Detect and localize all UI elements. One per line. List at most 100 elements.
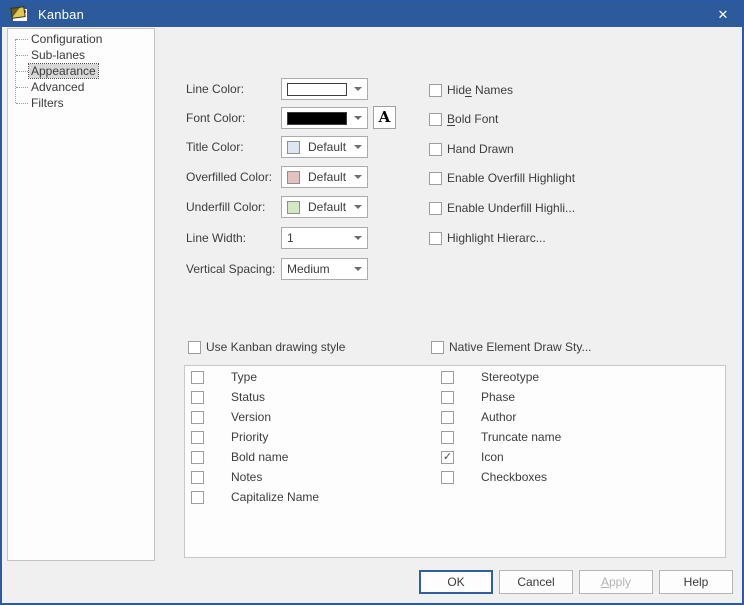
checkbox-box[interactable] — [429, 172, 442, 185]
line-width-value: 1 — [287, 231, 294, 245]
sidebar-item-configuration[interactable]: Configuration — [16, 31, 104, 47]
checkbox-box[interactable] — [429, 113, 442, 126]
hide-names-checkbox[interactable]: Hide Names — [429, 83, 513, 97]
author-checkbox[interactable]: Author — [441, 410, 516, 424]
line-width-dropdown[interactable]: 1 — [281, 227, 368, 249]
hand-drawn-checkbox[interactable]: Hand Drawn — [429, 142, 514, 156]
icon-checkbox[interactable]: ✓ Icon — [441, 450, 504, 464]
kanban-icon — [12, 8, 28, 22]
sidebar-item-filters[interactable]: Filters — [16, 95, 66, 111]
font-color-label: Font Color: — [186, 107, 245, 129]
sidebar-item-label: Advanced — [29, 80, 86, 94]
checkbox-box[interactable] — [441, 411, 454, 424]
bold-name-checkbox[interactable]: Bold name — [191, 450, 288, 464]
dropdown-arrow-icon — [354, 236, 362, 240]
version-label: Version — [231, 410, 271, 424]
font-color-dropdown[interactable] — [281, 107, 368, 129]
notes-checkbox[interactable]: Notes — [191, 470, 262, 484]
checkbox-box[interactable] — [431, 341, 444, 354]
checkboxes-checkbox[interactable]: Checkboxes — [441, 470, 547, 484]
sidebar-item-label: Configuration — [29, 32, 104, 46]
line-width-label: Line Width: — [186, 227, 246, 249]
title-color-label: Title Color: — [186, 136, 244, 158]
dropdown-arrow-icon — [354, 145, 362, 149]
status-checkbox[interactable]: Status — [191, 390, 265, 404]
use-kanban-drawing-style-label: Use Kanban drawing style — [206, 340, 345, 354]
native-element-draw-style-checkbox[interactable]: Native Element Draw Sty... — [431, 340, 592, 354]
overfilled-color-value: Default — [308, 170, 346, 184]
title-color-dropdown[interactable]: Default — [281, 136, 368, 158]
title-bar: Kanban ✕ — [2, 2, 742, 27]
checkbox-box[interactable] — [191, 491, 204, 504]
bold-font-label: Bold Font — [447, 112, 498, 126]
tree-branch-icon — [16, 71, 28, 72]
phase-checkbox[interactable]: Phase — [441, 390, 515, 404]
vertical-spacing-dropdown[interactable]: Medium — [281, 258, 368, 280]
dropdown-arrow-icon — [354, 267, 362, 271]
highlight-hierarchy-checkbox[interactable]: Highlight Hierarc... — [429, 231, 546, 245]
notes-label: Notes — [231, 470, 262, 484]
dropdown-arrow-icon — [354, 116, 362, 120]
kanban-dialog: Kanban ✕ Configuration Sub-lanes Appeara… — [0, 0, 744, 605]
enable-overfill-highlight-label: Enable Overfill Highlight — [447, 171, 575, 185]
checkbox-box[interactable] — [441, 431, 454, 444]
enable-underfill-highlight-label: Enable Underfill Highli... — [447, 201, 575, 215]
line-color-dropdown[interactable] — [281, 78, 368, 100]
checkbox-box[interactable] — [191, 371, 204, 384]
checkboxes-label: Checkboxes — [481, 470, 547, 484]
stereotype-checkbox[interactable]: Stereotype — [441, 370, 539, 384]
font-picker-button[interactable]: A — [373, 106, 396, 129]
line-color-swatch — [287, 83, 347, 96]
checkbox-box-checked[interactable]: ✓ — [441, 451, 454, 464]
dropdown-arrow-icon — [354, 175, 362, 179]
enable-underfill-highlight-checkbox[interactable]: Enable Underfill Highli... — [429, 201, 575, 215]
cancel-button[interactable]: Cancel — [499, 570, 573, 594]
underfill-color-value: Default — [308, 200, 346, 214]
checkbox-box[interactable] — [429, 84, 442, 97]
underfill-color-label: Underfill Color: — [186, 196, 265, 218]
type-label: Type — [231, 370, 257, 384]
sidebar-item-appearance[interactable]: Appearance — [16, 63, 98, 79]
priority-checkbox[interactable]: Priority — [191, 430, 268, 444]
checkbox-box[interactable] — [191, 431, 204, 444]
type-checkbox[interactable]: Type — [191, 370, 257, 384]
sidebar-item-advanced[interactable]: Advanced — [16, 79, 86, 95]
capitalize-name-checkbox[interactable]: Capitalize Name — [191, 490, 319, 504]
tree-branch-icon — [16, 103, 28, 104]
ok-button[interactable]: OK — [419, 570, 493, 594]
apply-button[interactable]: Apply — [579, 570, 653, 594]
checkbox-box[interactable] — [429, 202, 442, 215]
checkbox-box[interactable] — [441, 471, 454, 484]
overfilled-color-dropdown[interactable]: Default — [281, 166, 368, 188]
dropdown-arrow-icon — [354, 205, 362, 209]
close-button[interactable]: ✕ — [712, 7, 734, 23]
checkbox-box[interactable] — [188, 341, 201, 354]
sidebar-item-label-selected: Appearance — [29, 64, 98, 78]
checkbox-box[interactable] — [191, 391, 204, 404]
checkbox-box[interactable] — [441, 391, 454, 404]
checkbox-box[interactable] — [191, 411, 204, 424]
window-title: Kanban — [38, 7, 84, 22]
sidebar-item-label: Sub-lanes — [29, 48, 87, 62]
version-checkbox[interactable]: Version — [191, 410, 271, 424]
underfill-color-swatch — [287, 201, 300, 214]
sidebar: Configuration Sub-lanes Appearance Advan… — [7, 28, 155, 561]
checkbox-box[interactable] — [441, 371, 454, 384]
checkbox-box[interactable] — [429, 232, 442, 245]
truncate-name-checkbox[interactable]: Truncate name — [441, 430, 561, 444]
enable-overfill-highlight-checkbox[interactable]: Enable Overfill Highlight — [429, 171, 575, 185]
bold-name-label: Bold name — [231, 450, 288, 464]
checkbox-box[interactable] — [429, 143, 442, 156]
underfill-color-dropdown[interactable]: Default — [281, 196, 368, 218]
bold-font-checkbox[interactable]: Bold Font — [429, 112, 498, 126]
checkbox-box[interactable] — [191, 451, 204, 464]
overfilled-color-swatch — [287, 171, 300, 184]
priority-label: Priority — [231, 430, 268, 444]
highlight-hierarchy-label: Highlight Hierarc... — [447, 231, 546, 245]
use-kanban-drawing-style-checkbox[interactable]: Use Kanban drawing style — [188, 340, 345, 354]
help-button[interactable]: Help — [659, 570, 733, 594]
dropdown-arrow-icon — [354, 87, 362, 91]
native-element-draw-style-label: Native Element Draw Sty... — [449, 340, 592, 354]
checkbox-box[interactable] — [191, 471, 204, 484]
sidebar-item-sub-lanes[interactable]: Sub-lanes — [16, 47, 87, 63]
